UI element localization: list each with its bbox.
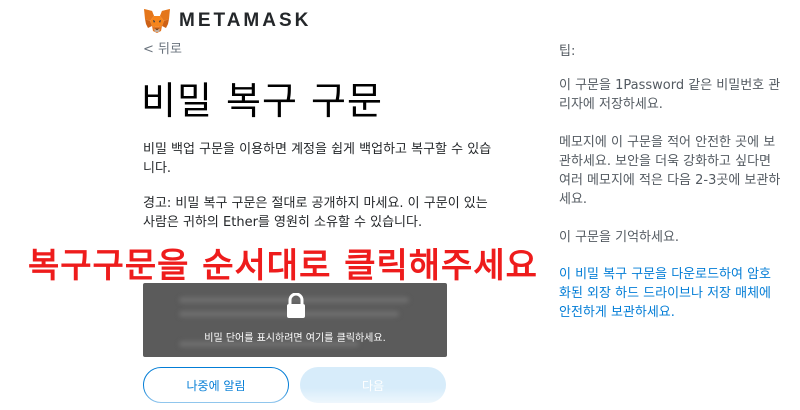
- reveal-label: 비밀 단어를 표시하려면 여기를 클릭하세요.: [204, 333, 386, 344]
- overlay-caption: 복구구문을 순서대로 클릭해주세요: [28, 246, 538, 286]
- tip-password-manager: 이 구문을 1Password 같은 비밀번호 관리자에 저장하세요.: [559, 78, 781, 112]
- tips-heading: 팁:: [559, 44, 576, 59]
- description-text: 비밀 백업 구문을 이용하면 계정을 쉽게 백업하고 복구할 수 있습니다.: [143, 142, 492, 176]
- metamask-fox-icon: [144, 9, 170, 33]
- next-button[interactable]: 다음: [300, 367, 446, 403]
- reveal-secret-phrase-box[interactable]: 비밀 단어를 표시하려면 여기를 클릭하세요.: [143, 283, 447, 357]
- warning-text: 경고: 비밀 복구 구문은 절대로 공개하지 마세요. 이 구문이 있는 사람은…: [143, 196, 488, 230]
- page-title: 비밀 복구 구문: [141, 79, 383, 123]
- tip-write-down: 메모지에 이 구문을 적어 안전한 곳에 보관하세요. 보안을 더욱 강화하고 …: [559, 135, 781, 207]
- remind-later-button[interactable]: 나중에 알림: [143, 367, 289, 403]
- back-link[interactable]: < 뒤로: [143, 38, 182, 57]
- header: METAMASK: [143, 8, 311, 34]
- lock-icon: [287, 293, 305, 318]
- tip-memorize: 이 구문을 기억하세요.: [559, 230, 680, 245]
- brand-wordmark: METAMASK: [179, 10, 312, 31]
- download-phrase-link[interactable]: 이 비밀 복구 구문을 다운로드하여 암호화된 외장 하드 드라이브나 저장 매…: [559, 265, 781, 322]
